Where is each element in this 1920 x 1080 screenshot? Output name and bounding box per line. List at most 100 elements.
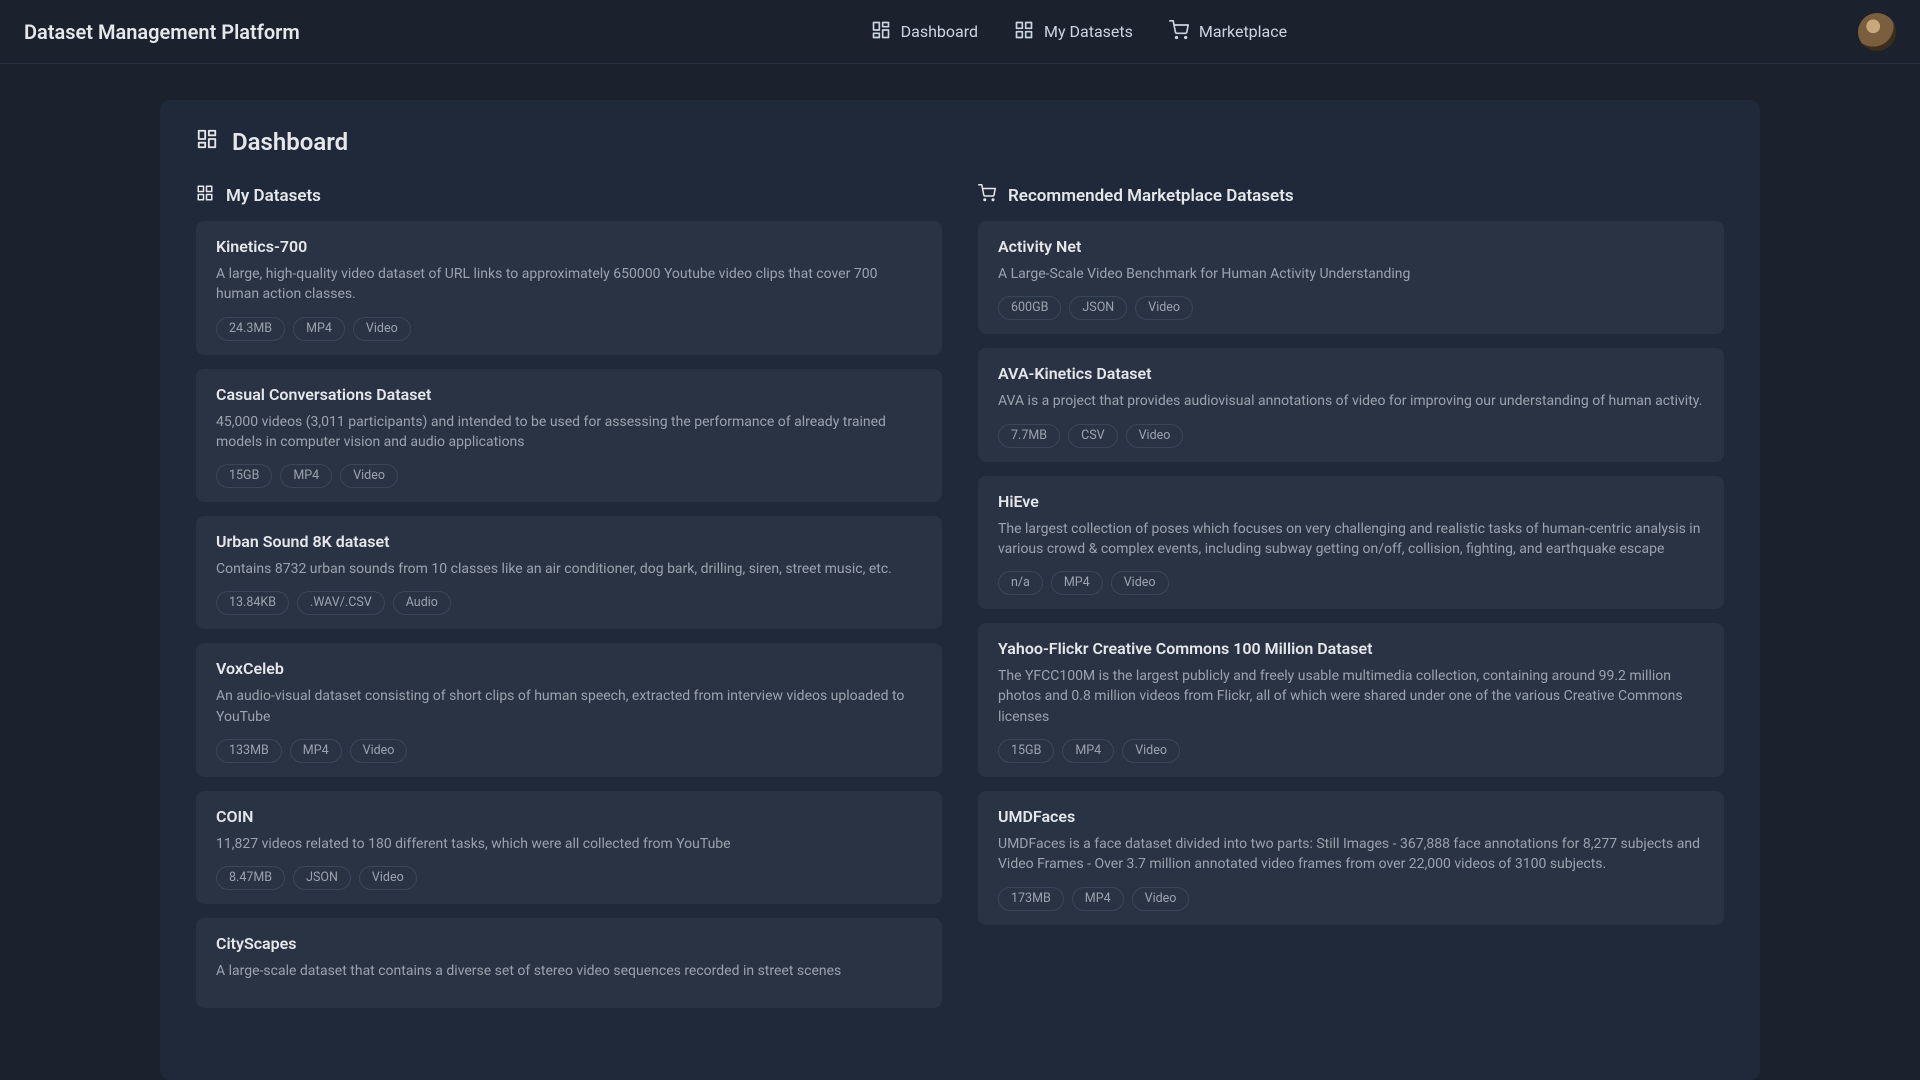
- tag: Video: [1126, 424, 1184, 448]
- tag: Audio: [393, 591, 451, 615]
- nav-marketplace[interactable]: Marketplace: [1169, 20, 1287, 44]
- dataset-description: A large-scale dataset that contains a di…: [216, 961, 922, 981]
- dashboard-icon: [196, 128, 218, 156]
- tag: 7.7MB: [998, 424, 1060, 448]
- tag-row: 7.7MB CSV Video: [998, 424, 1704, 448]
- tag: Video: [353, 317, 411, 341]
- tag: 8.47MB: [216, 866, 285, 890]
- my-datasets-list: Kinetics-700 A large, high-quality video …: [196, 221, 942, 1008]
- dataset-card[interactable]: HiEve The largest collection of poses whi…: [978, 476, 1724, 610]
- tag: MP4: [1072, 887, 1124, 911]
- grid-icon: [1014, 20, 1034, 44]
- tag-row: n/aMP4Video: [998, 571, 1704, 595]
- nav-dashboard[interactable]: Dashboard: [871, 20, 978, 44]
- dataset-description: 45,000 videos (3,011 participants) and i…: [216, 412, 922, 453]
- dataset-title: Kinetics-700: [216, 237, 922, 256]
- tag-row: 13.84KB .WAV/.CSV Audio: [216, 591, 922, 615]
- tag: 15GB: [216, 464, 272, 488]
- dataset-title: COIN: [216, 807, 922, 826]
- tag: Video: [1132, 887, 1190, 911]
- dataset-card[interactable]: Yahoo-Flickr Creative Commons 100 Millio…: [978, 623, 1724, 777]
- dataset-description: 11,827 videos related to 180 different t…: [216, 834, 922, 854]
- dataset-description: Contains 8732 urban sounds from 10 class…: [216, 559, 922, 579]
- tag: Video: [350, 739, 408, 763]
- tag: 600GB: [998, 296, 1061, 320]
- tag-row: 173MB MP4 Video: [998, 887, 1704, 911]
- grid-icon: [196, 184, 214, 207]
- avatar[interactable]: [1858, 13, 1896, 51]
- tag: MP4: [293, 317, 345, 341]
- dataset-card[interactable]: AVA-Kinetics Dataset AVA is a project tha…: [978, 348, 1724, 461]
- recommended-column: Recommended Marketplace Datasets Activit…: [978, 184, 1724, 1040]
- dataset-description: A large, high-quality video dataset of U…: [216, 264, 922, 305]
- dataset-description: An audio-visual dataset consisting of sh…: [216, 686, 922, 727]
- dataset-card[interactable]: CityScapes A large-scale dataset that con…: [196, 918, 942, 1007]
- tag: Video: [359, 866, 417, 890]
- dataset-title: AVA-Kinetics Dataset: [998, 364, 1704, 383]
- tag: CSV: [1068, 424, 1118, 448]
- tag: 15GB: [998, 739, 1054, 763]
- dataset-description: AVA is a project that provides audiovisu…: [998, 391, 1704, 411]
- tag-row: 133MB MP4 Video: [216, 739, 922, 763]
- nav-marketplace-label: Marketplace: [1199, 22, 1287, 41]
- my-datasets-heading: My Datasets: [196, 184, 942, 207]
- tag-row: 15GB MP4 Video: [998, 739, 1704, 763]
- dataset-description: UMDFaces is a face dataset divided into …: [998, 834, 1704, 875]
- cart-icon: [1169, 20, 1189, 44]
- tag: MP4: [1062, 739, 1114, 763]
- tag: JSON: [1069, 296, 1127, 320]
- page-title: Dashboard: [196, 128, 1724, 156]
- dataset-title: HiEve: [998, 492, 1704, 511]
- dataset-title: Urban Sound 8K dataset: [216, 532, 922, 551]
- tag: Video: [1122, 739, 1180, 763]
- my-datasets-heading-text: My Datasets: [226, 186, 321, 206]
- dataset-card[interactable]: COIN 11,827 videos related to 180 differe…: [196, 791, 942, 904]
- dataset-title: CityScapes: [216, 934, 922, 953]
- dataset-description: A Large-Scale Video Benchmark for Human …: [998, 264, 1704, 284]
- nav-center: Dashboard My Datasets Marketplace: [300, 20, 1858, 44]
- tag-row: 15GB MP4 Video: [216, 464, 922, 488]
- dataset-card[interactable]: Activity Net A Large-Scale Video Benchmar…: [978, 221, 1724, 334]
- dataset-card[interactable]: Kinetics-700 A large, high-quality video …: [196, 221, 942, 355]
- tag-row: 8.47MBJSONVideo: [216, 866, 922, 890]
- tag: 173MB: [998, 887, 1064, 911]
- recommended-list: Activity Net A Large-Scale Video Benchmar…: [978, 221, 1724, 925]
- tag: 24.3MB: [216, 317, 285, 341]
- cart-icon: [978, 184, 996, 207]
- columns: My Datasets Kinetics-700 A large, high-qu…: [196, 184, 1724, 1040]
- tag: n/a: [998, 571, 1043, 595]
- tag: .WAV/.CSV: [297, 591, 385, 615]
- tag-row: 600GB JSON Video: [998, 296, 1704, 320]
- recommended-heading-text: Recommended Marketplace Datasets: [1008, 186, 1294, 206]
- dataset-description: The largest collection of poses which fo…: [998, 519, 1704, 560]
- dataset-title: UMDFaces: [998, 807, 1704, 826]
- tag-row: 24.3MB MP4 Video: [216, 317, 922, 341]
- tag: Video: [340, 464, 398, 488]
- main-area: Dashboard My Datasets Kinetics-700 A larg…: [0, 64, 1920, 1080]
- dataset-title: VoxCeleb: [216, 659, 922, 678]
- page-title-text: Dashboard: [232, 128, 348, 156]
- nav-my-datasets-label: My Datasets: [1044, 22, 1133, 41]
- dataset-card[interactable]: UMDFaces UMDFaces is a face dataset divid…: [978, 791, 1724, 925]
- tag: MP4: [1051, 571, 1103, 595]
- tag: Video: [1135, 296, 1193, 320]
- dataset-title: Casual Conversations Dataset: [216, 385, 922, 404]
- dataset-title: Activity Net: [998, 237, 1704, 256]
- dataset-title: Yahoo-Flickr Creative Commons 100 Millio…: [998, 639, 1704, 658]
- tag: MP4: [280, 464, 332, 488]
- my-datasets-column: My Datasets Kinetics-700 A large, high-qu…: [196, 184, 942, 1040]
- recommended-heading: Recommended Marketplace Datasets: [978, 184, 1724, 207]
- dashboard-icon: [871, 20, 891, 44]
- dataset-card[interactable]: Casual Conversations Dataset 45,000 video…: [196, 369, 942, 503]
- nav-my-datasets[interactable]: My Datasets: [1014, 20, 1133, 44]
- tag: 133MB: [216, 739, 282, 763]
- nav-dashboard-label: Dashboard: [901, 22, 978, 41]
- dataset-description: The YFCC100M is the largest publicly and…: [998, 666, 1704, 727]
- tag: MP4: [290, 739, 342, 763]
- dataset-card[interactable]: VoxCeleb An audio-visual dataset consisti…: [196, 643, 942, 777]
- tag: 13.84KB: [216, 591, 289, 615]
- top-nav: Dataset Management Platform Dashboard My…: [0, 0, 1920, 64]
- brand-title: Dataset Management Platform: [24, 20, 300, 44]
- dashboard-panel: Dashboard My Datasets Kinetics-700 A larg…: [160, 100, 1760, 1080]
- dataset-card[interactable]: Urban Sound 8K dataset Contains 8732 urba…: [196, 516, 942, 629]
